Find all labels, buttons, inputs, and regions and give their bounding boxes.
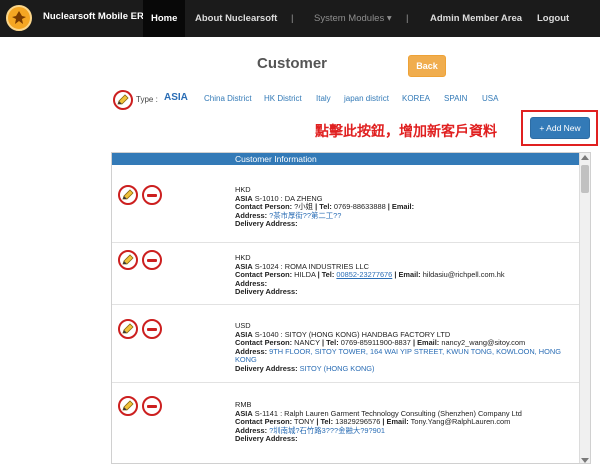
table-header-label: Customer Information (235, 154, 317, 164)
region-spain[interactable]: SPAIN (444, 94, 467, 103)
add-new-button[interactable]: + Add New (530, 117, 590, 139)
region-korea[interactable]: KOREA (402, 94, 430, 103)
brand-name[interactable]: Nuclearsoft Mobile ERP (43, 11, 150, 22)
delivery-address-label: Delivery Address: (235, 219, 298, 229)
delete-customer-icon[interactable] (142, 396, 162, 416)
nuclearsoft-logo-icon[interactable] (6, 5, 32, 31)
scroll-up-arrow-icon[interactable] (581, 155, 589, 160)
address: 9TH FLOOR, SITOY TOWER, 164 WAI YIP STRE… (235, 346, 561, 365)
tel-link[interactable]: 00852-23277676 (336, 270, 392, 279)
table-header: Customer Information (112, 153, 580, 165)
tel-label: | Tel: (317, 270, 335, 280)
top-navbar: Nuclearsoft Mobile ERP Home About Nuclea… (0, 0, 600, 37)
email: hildasiu@richpell.com.hk (422, 270, 505, 280)
edit-customer-icon[interactable] (118, 250, 138, 270)
region-asia-selected[interactable]: ASIA (164, 92, 188, 103)
customer-info: HKD ASIA S-1024 : ROMA INDUSTRIES LLC Co… (235, 253, 575, 297)
edit-customer-icon[interactable] (118, 396, 138, 416)
delivery-address-label: Delivery Address: (235, 434, 298, 444)
customer-table: Customer Information HKD ASIA S-1010 : D… (111, 152, 591, 464)
customer-info: HKD ASIA S-1010 : DA ZHENG Contact Perso… (235, 185, 575, 229)
delete-customer-icon[interactable] (142, 250, 162, 270)
annotation-text: 點擊此按鈕，增加新客戶資料 (315, 123, 497, 139)
nav-separator: | (291, 13, 294, 24)
edit-customer-icon[interactable] (118, 319, 138, 339)
delivery-address-label: Delivery Address: (235, 287, 298, 297)
delete-customer-icon[interactable] (142, 319, 162, 339)
nav-admin-member-area[interactable]: Admin Member Area (430, 0, 522, 37)
edit-customer-icon[interactable] (118, 185, 138, 205)
nav-home[interactable]: Home (143, 0, 186, 37)
email: Tony.Yang@RalphLauren.com (410, 417, 511, 427)
table-scrollbar[interactable] (579, 153, 590, 463)
region-china-district[interactable]: China District (204, 94, 252, 103)
region-italy[interactable]: Italy (316, 94, 331, 103)
delivery-address: SITOY (HONG KONG) (299, 363, 375, 373)
contact-person: HILDA (294, 270, 316, 280)
edit-type-icon[interactable] (113, 90, 133, 110)
nav-system-modules[interactable]: System Modules ▾ (314, 0, 392, 37)
type-label: Type : (136, 95, 158, 104)
email-label: | Email: (394, 270, 421, 280)
scroll-down-arrow-icon[interactable] (581, 458, 589, 463)
customer-info: RMB ASIA S-1141 : Ralph Lauren Garment T… (235, 400, 575, 444)
back-button[interactable]: Back (408, 55, 446, 77)
email-label: | Email: (382, 417, 409, 427)
table-row: USD ASIA S-1040 : SITOY (HONG KONG) HAND… (112, 305, 580, 383)
scrollbar-thumb[interactable] (581, 165, 589, 193)
region-usa[interactable]: USA (482, 94, 498, 103)
table-row: HKD ASIA S-1010 : DA ZHENG Contact Perso… (112, 165, 580, 243)
region-hk-district[interactable]: HK District (264, 94, 302, 103)
table-row: RMB ASIA S-1141 : Ralph Lauren Garment T… (112, 383, 580, 463)
delivery-address-label: Delivery Address: (235, 363, 298, 373)
email-label: | Email: (387, 202, 415, 212)
delete-customer-icon[interactable] (142, 185, 162, 205)
region-japan-district[interactable]: japan district (344, 94, 389, 103)
tel-number: 0769-88633888 (333, 202, 386, 212)
nav-logout[interactable]: Logout (537, 0, 569, 37)
table-row: HKD ASIA S-1024 : ROMA INDUSTRIES LLC Co… (112, 243, 580, 305)
nav-about[interactable]: About Nuclearsoft (195, 0, 277, 37)
page-title: Customer (257, 55, 328, 72)
customer-info: USD ASIA S-1040 : SITOY (HONG KONG) HAND… (235, 321, 575, 374)
nav-separator: | (406, 13, 409, 24)
